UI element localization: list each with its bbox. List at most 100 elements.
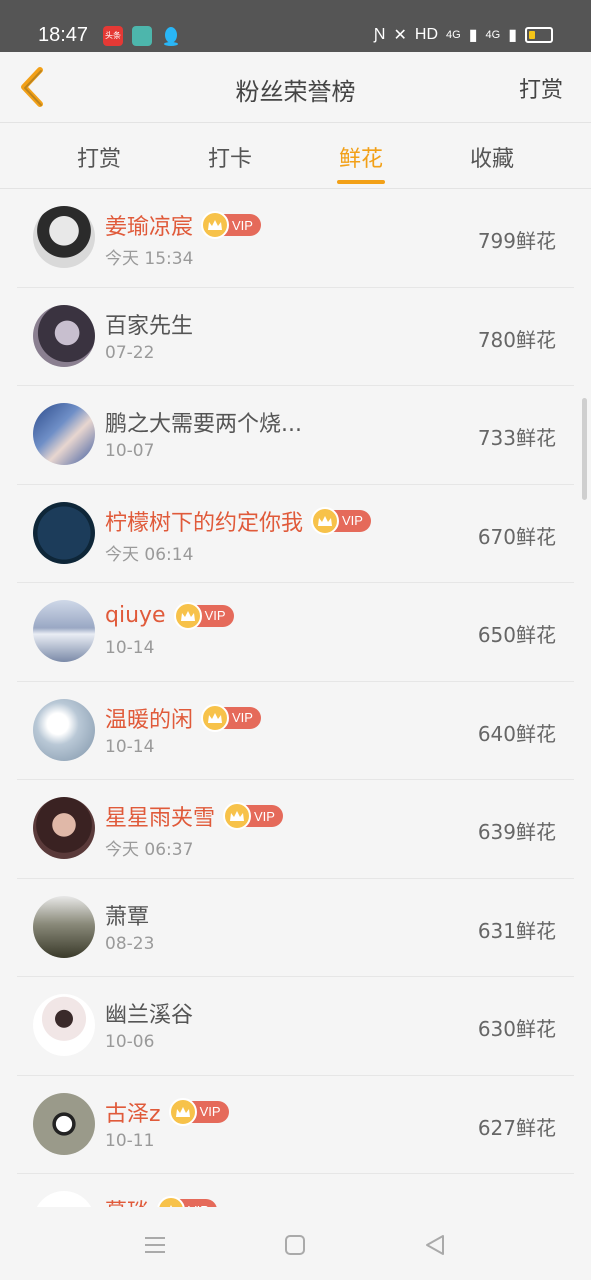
tab-checkin[interactable]: 打卡 — [190, 141, 270, 173]
user-name-text: 萧覃 — [105, 904, 150, 930]
user-name[interactable]: 古泽z VIP — [105, 1096, 229, 1128]
user-name-text: 柠檬树下的约定你我 — [105, 510, 304, 536]
user-name-text: 幽兰溪谷 — [105, 1003, 194, 1028]
nfc-icon: Ɲ — [373, 26, 386, 43]
vip-badge: VIP — [157, 1196, 217, 1207]
user-name-text: 鹏之大需要两个烧... — [105, 412, 302, 437]
fan-row[interactable]: 姜瑜凉宸 VIP 今天 15:34 799鲜花 — [17, 189, 574, 288]
tab-reward[interactable]: 打赏 — [59, 141, 139, 173]
user-name-text: 星星雨夹雪 — [105, 806, 216, 831]
flower-count: 630鲜花 — [477, 1017, 556, 1041]
fan-row[interactable]: 萧覃 08-23 631鲜花 — [17, 879, 574, 977]
user-name[interactable]: 星星雨夹雪 VIP — [105, 800, 283, 832]
crown-icon — [173, 601, 202, 630]
toutiao-app-icon: 头条 — [103, 26, 123, 46]
back-triangle-icon — [426, 1235, 444, 1255]
user-name-text: qiuye — [105, 603, 166, 628]
user-avatar[interactable] — [33, 501, 95, 564]
signal-bars-icon: ▮ — [468, 27, 478, 44]
signal-4g-icon-2: 4G — [485, 29, 501, 41]
user-avatar[interactable] — [33, 994, 95, 1056]
crown-icon — [201, 703, 230, 732]
status-bar: 18:47 头条 Ɲ ✕ HD 4G ▮ 4G ▮ — [0, 0, 591, 52]
fan-row[interactable]: 百家先生 07-22 780鲜花 — [17, 288, 574, 386]
activity-date: 今天 15:34 — [105, 249, 194, 269]
fan-row[interactable]: 温暖的闲 VIP 10-14 640鲜花 — [17, 682, 574, 780]
fan-row[interactable]: 幽兰溪谷 10-06 630鲜花 — [17, 977, 574, 1076]
user-name[interactable]: qiuye VIP — [105, 601, 234, 630]
user-avatar[interactable] — [33, 206, 95, 268]
back-nav-button[interactable] — [421, 1231, 449, 1259]
user-avatar[interactable] — [33, 895, 95, 958]
crown-icon — [223, 802, 252, 830]
scrollbar[interactable] — [582, 398, 587, 500]
vip-badge: VIP — [201, 703, 261, 732]
fan-list: 姜瑜凉宸 VIP 今天 15:34 799鲜花百家先生 07-22 780鲜花鹏之大需要两… — [0, 189, 591, 1207]
page-title: 粉丝荣誉榜 — [235, 78, 356, 106]
activity-date: 10-06 — [105, 1032, 155, 1052]
vip-badge: VIP — [201, 211, 261, 239]
activity-date: 10-11 — [105, 1130, 155, 1151]
crown-icon — [311, 506, 340, 535]
vip-badge: VIP — [223, 802, 283, 830]
flower-count: 670鲜花 — [477, 524, 556, 549]
reward-button[interactable]: 打赏 — [519, 72, 563, 104]
flower-count: 640鲜花 — [477, 721, 556, 746]
battery-icon — [525, 27, 553, 43]
tab-bar: 打赏 打卡 鲜花 收藏 — [0, 123, 591, 189]
app-bar: 粉丝荣誉榜 打赏 — [0, 52, 591, 123]
hd-indicator: HD — [414, 26, 438, 43]
fan-row[interactable]: 柠檬树下的约定你我 VIP 今天 06:14 670鲜花 — [17, 485, 574, 583]
user-name[interactable]: 鹏之大需要两个烧... — [105, 406, 302, 438]
menu-nav-button[interactable] — [141, 1231, 169, 1259]
crown-icon — [168, 1097, 197, 1126]
crown-icon — [201, 211, 230, 239]
vip-label: VIP — [232, 217, 253, 233]
user-avatar[interactable] — [33, 797, 95, 859]
user-avatar[interactable] — [33, 698, 95, 761]
flower-count: 639鲜花 — [477, 820, 556, 844]
fan-row[interactable]: 鹏之大需要两个烧... 10-07 733鲜花 — [17, 386, 574, 485]
user-avatar[interactable] — [33, 1191, 95, 1207]
flower-count: 631鲜花 — [477, 918, 556, 943]
user-name[interactable]: 慕琰 VIP — [105, 1194, 217, 1207]
active-tab-indicator — [337, 180, 385, 184]
activity-date: 10-14 — [105, 736, 155, 757]
fan-row[interactable]: qiuye VIP 10-14 650鲜花 — [17, 583, 574, 682]
flower-count: 627鲜花 — [477, 1115, 556, 1140]
vip-badge: VIP — [173, 601, 234, 630]
status-time: 18:47 — [38, 24, 89, 46]
user-avatar[interactable] — [33, 1092, 95, 1155]
tab-favorites[interactable]: 收藏 — [452, 141, 532, 173]
flower-count: 799鲜花 — [477, 229, 556, 253]
activity-date: 07-22 — [105, 342, 155, 363]
user-avatar[interactable] — [33, 600, 95, 662]
user-name-text: 古泽z — [105, 1101, 161, 1127]
user-name-text: 慕琰 — [105, 1194, 149, 1207]
fan-row[interactable]: 古泽z VIP 10-11 627鲜花 — [17, 1076, 574, 1174]
user-name[interactable]: 温暖的闲 VIP — [105, 702, 261, 734]
activity-date: 10-14 — [105, 638, 155, 658]
user-avatar[interactable] — [33, 403, 95, 465]
vip-label: VIP — [254, 808, 275, 824]
vip-badge: VIP — [168, 1097, 229, 1126]
tab-flowers[interactable]: 鲜花 — [321, 141, 401, 173]
qq-icon — [161, 26, 181, 46]
user-name[interactable]: 柠檬树下的约定你我 VIP — [105, 505, 371, 537]
flower-count: 780鲜花 — [477, 327, 556, 352]
activity-date: 10-07 — [105, 441, 155, 461]
signal-bars-icon-2: ▮ — [508, 27, 517, 44]
fan-row[interactable]: 星星雨夹雪 VIP 今天 06:37 639鲜花 — [17, 780, 574, 879]
status-indicators: Ɲ ✕ HD 4G ▮ 4G ▮ — [374, 25, 553, 45]
user-avatar[interactable] — [33, 304, 95, 367]
home-nav-button[interactable] — [281, 1231, 309, 1259]
fan-row[interactable]: 慕琰VIP625鲜花 — [17, 1174, 574, 1207]
system-nav-bar — [0, 1207, 591, 1280]
signal-4g-icon: 4G — [446, 29, 461, 41]
user-name[interactable]: 幽兰溪谷 — [105, 997, 193, 1029]
user-name[interactable]: 萧覃 — [105, 899, 149, 931]
vip-label: VIP — [204, 608, 226, 623]
user-name[interactable]: 百家先生 — [105, 308, 193, 340]
user-name-text: 姜瑜凉宸 — [105, 215, 194, 240]
user-name[interactable]: 姜瑜凉宸 VIP — [105, 209, 261, 241]
